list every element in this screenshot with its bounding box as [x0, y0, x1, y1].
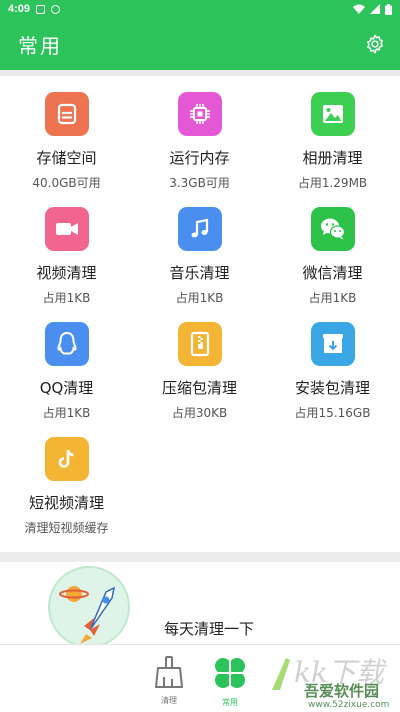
wifi-icon: [353, 4, 365, 14]
notification-icon: [36, 4, 46, 14]
tile-music[interactable]: 音乐清理 占用1KB: [133, 207, 266, 306]
tile-title: QQ清理: [39, 379, 94, 397]
tile-subtitle: 占用1.29MB: [297, 176, 368, 190]
zip-archive-icon: [177, 322, 222, 366]
tile-memory[interactable]: 运行内存 3.3GB可用: [133, 92, 266, 191]
page-title: 常用: [18, 33, 62, 58]
tile-storage[interactable]: 存储空间 40.0GB可用: [0, 92, 133, 191]
tile-subtitle: 占用30KB: [171, 406, 228, 420]
tile-title: 音乐清理: [169, 264, 230, 282]
tile-subtitle: 占用1KB: [175, 291, 224, 305]
status-time: 4:09: [8, 3, 31, 15]
clover-icon: [215, 658, 245, 688]
tile-title: 相册清理: [302, 149, 363, 167]
watermark: kk下载 吾爱软件园 www.52zixue.com: [268, 652, 398, 712]
tile-video[interactable]: 视频清理 占用1KB: [0, 207, 133, 306]
sync-icon: [51, 4, 61, 14]
signal-icon: [370, 4, 380, 14]
gear-icon[interactable]: [364, 33, 386, 55]
tip-text: 每天清理一下: [164, 620, 255, 638]
photo-album-icon: [310, 92, 355, 136]
tile-album[interactable]: 相册清理 占用1.29MB: [266, 92, 399, 191]
tile-title: 存储空间: [36, 149, 97, 167]
tile-short-video[interactable]: 短视频清理 清理短视频缓存: [0, 437, 133, 536]
watermark-text: 吾爱软件园: [304, 682, 380, 700]
broom-icon: [155, 656, 183, 688]
watermark-url: www.52zixue.com: [308, 700, 390, 710]
tile-subtitle: 占用1KB: [308, 291, 357, 305]
video-camera-icon: [44, 207, 89, 251]
nav-label-common: 常用: [222, 698, 238, 707]
nav-item-common[interactable]: 常用: [205, 655, 255, 708]
wechat-icon: [310, 207, 355, 251]
tile-title: 运行内存: [169, 149, 230, 167]
tile-subtitle: 占用1KB: [42, 406, 91, 420]
tiktok-icon: [44, 437, 89, 481]
tile-install-package[interactable]: 安装包清理 占用15.16GB: [266, 322, 399, 421]
tile-subtitle: 清理短视频缓存: [24, 521, 109, 535]
memory-chip-icon: [177, 92, 222, 136]
tile-wechat[interactable]: 微信清理 占用1KB: [266, 207, 399, 306]
tile-subtitle: 占用15.16GB: [294, 406, 371, 420]
daily-clean-card[interactable]: 每天清理一下: [0, 562, 400, 652]
app-bar: 常用: [0, 18, 400, 70]
nav-label-clean: 清理: [161, 696, 177, 705]
storage-icon: [44, 92, 89, 136]
rocket-icon: [48, 566, 130, 648]
tile-subtitle: 40.0GB可用: [32, 176, 101, 190]
music-note-icon: [177, 207, 222, 251]
battery-icon: [385, 3, 392, 15]
tile-title: 压缩包清理: [161, 379, 237, 397]
tile-qq[interactable]: QQ清理 占用1KB: [0, 322, 133, 421]
install-package-icon: [310, 322, 355, 366]
tile-zip[interactable]: 压缩包清理 占用30KB: [133, 322, 266, 421]
tile-title: 安装包清理: [294, 379, 370, 397]
tile-subtitle: 3.3GB可用: [169, 176, 230, 190]
nav-item-clean[interactable]: 清理: [144, 655, 194, 706]
tile-title: 视频清理: [36, 264, 97, 282]
tile-subtitle: 占用1KB: [42, 291, 91, 305]
status-bar: 4:09: [0, 0, 400, 18]
feature-grid: 存储空间 40.0GB可用 运行内存 3.3GB可用 相册清理 占用1.29MB…: [0, 76, 400, 552]
qq-penguin-icon: [44, 322, 89, 366]
tile-title: 微信清理: [302, 264, 363, 282]
tile-title: 短视频清理: [28, 494, 104, 512]
